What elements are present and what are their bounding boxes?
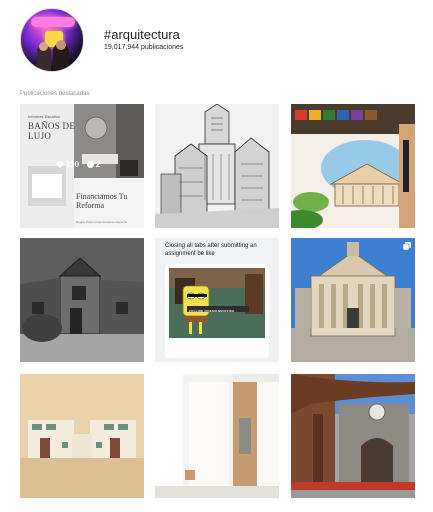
post-tile[interactable] xyxy=(291,374,415,498)
face xyxy=(56,40,66,50)
post-image xyxy=(20,374,144,498)
comments-count: 2 xyxy=(95,160,101,169)
post-title: BAÑOS DE LUJO xyxy=(28,121,76,141)
post-small-text: Informes Estudios xyxy=(28,114,61,119)
heart-icon xyxy=(56,161,64,168)
post-image xyxy=(155,104,279,228)
post-tile[interactable] xyxy=(20,374,144,498)
post-image xyxy=(20,238,144,362)
face xyxy=(39,42,48,51)
hashtag-title: #arquitectura xyxy=(104,27,180,42)
likes-count: 110 xyxy=(66,160,79,169)
post-count: 19,017,944 publicaciones xyxy=(104,44,184,51)
section-title: Publicaciones destacadas xyxy=(20,91,90,97)
post-tile[interactable] xyxy=(155,104,279,228)
post-tile[interactable] xyxy=(291,238,415,362)
comment-icon xyxy=(86,161,94,168)
meme-sign-text: FOLLOW @DESIGNSOFFICE xyxy=(189,309,235,313)
post-tile[interactable] xyxy=(291,104,415,228)
hashtag-avatar[interactable] xyxy=(20,8,84,72)
post-image xyxy=(155,374,279,498)
post-image xyxy=(291,238,415,362)
post-image xyxy=(291,104,415,228)
post-tile[interactable] xyxy=(20,238,144,362)
comments-stat: 2 xyxy=(86,160,101,169)
post-footer: Reglas Plazo Financiamiento Asesoria xyxy=(76,220,128,224)
hashtag-header: #arquitectura 19,017,944 publicaciones xyxy=(0,0,433,90)
post-image xyxy=(291,374,415,498)
post-tile[interactable] xyxy=(155,374,279,498)
multiple-images-icon xyxy=(403,242,411,250)
post-tile[interactable]: Closing all tabs after submitting an ass… xyxy=(155,238,279,362)
neon-sign xyxy=(31,17,75,27)
meme-caption: Closing all tabs after submitting an ass… xyxy=(165,243,257,257)
post-tile[interactable]: Informes Estudios BAÑOS DE LUJO Financia… xyxy=(20,104,144,228)
post-subtitle: Financiamos Tu Reforma xyxy=(76,192,128,210)
likes-stat: 110 xyxy=(56,160,79,169)
post-stats: 110 2 xyxy=(56,160,100,169)
